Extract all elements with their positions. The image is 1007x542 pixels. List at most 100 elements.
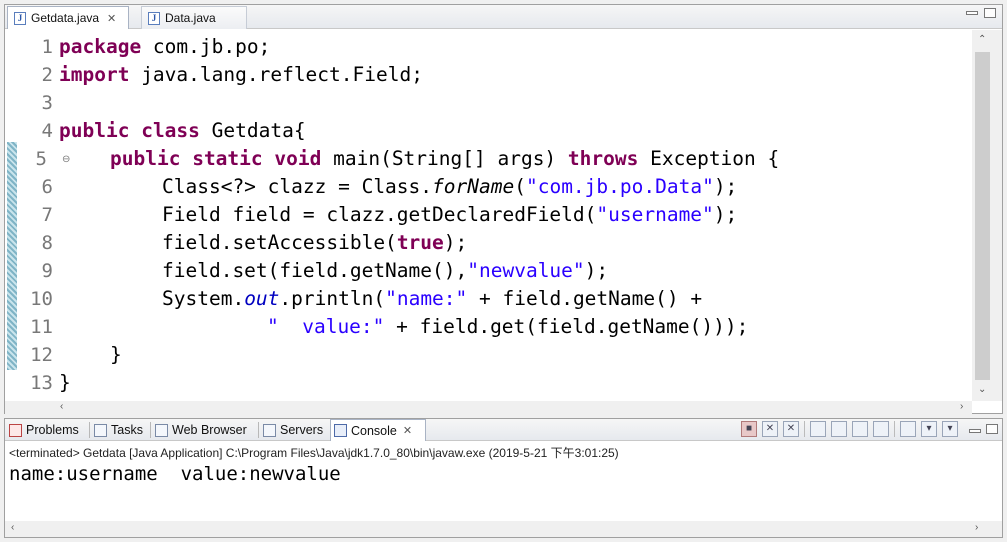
open-console-icon[interactable]: ▾ xyxy=(942,421,958,437)
close-icon[interactable]: ✕ xyxy=(107,12,116,25)
java-file-icon: J xyxy=(148,11,160,25)
tab-servers[interactable]: Servers xyxy=(260,419,326,441)
terminate-icon[interactable]: ■ xyxy=(741,421,757,437)
console-pane: Problems Tasks Web Browser Servers Conso… xyxy=(4,418,1003,538)
line-number: 7 xyxy=(41,204,53,226)
line-number-gutter: 1 2 3 4 5 6 7 8 9 10 11 12 13 ⊖ xyxy=(19,30,70,401)
line-number: 13 xyxy=(30,372,53,394)
problems-icon xyxy=(9,423,22,437)
code-text: field.set(field.getName(), xyxy=(162,259,468,282)
code-line-11: " value:" + field.get(field.getName())); xyxy=(267,313,748,341)
web-browser-icon xyxy=(155,423,168,437)
minimize-icon[interactable] xyxy=(966,11,978,15)
display-selected-console-icon[interactable]: ▾ xyxy=(921,421,937,437)
chevron-up-icon[interactable]: ⌃ xyxy=(978,34,986,45)
code-line-1: package com.jb.po; xyxy=(59,33,270,61)
keyword: void xyxy=(274,147,322,170)
pin-console-icon[interactable] xyxy=(900,421,916,437)
code-line-12: } xyxy=(110,341,122,369)
keyword: class xyxy=(141,119,200,142)
line-number: 10 xyxy=(30,288,53,310)
code-text: + field.getName() + xyxy=(467,287,703,310)
editor-vertical-scrollbar[interactable]: ⌃ ⌄ xyxy=(972,30,1002,401)
tab-console[interactable]: Console ✕ xyxy=(330,419,426,441)
code-text: com.jb.po; xyxy=(141,35,271,58)
scrollbar-thumb[interactable] xyxy=(975,52,990,380)
change-indicator xyxy=(7,142,17,370)
console-horizontal-scrollbar[interactable]: ‹ › xyxy=(5,521,1002,537)
keyword: public xyxy=(110,147,181,170)
tab-label: Problems xyxy=(26,423,79,437)
keyword: package xyxy=(59,35,142,58)
line-number: 11 xyxy=(30,316,53,338)
code-line-9: field.set(field.getName(),"newvalue"); xyxy=(162,257,608,285)
code-text: ); xyxy=(584,259,609,282)
method-name: forName xyxy=(432,175,515,198)
string-literal: "com.jb.po.Data" xyxy=(525,175,714,198)
tab-data-java[interactable]: J Data.java xyxy=(141,6,247,29)
code-text: ( xyxy=(514,175,526,198)
line-number: 2 xyxy=(41,64,53,86)
chevron-left-icon[interactable]: ‹ xyxy=(11,522,14,533)
remove-all-terminated-icon[interactable]: ✕ xyxy=(783,421,799,437)
tab-label: Servers xyxy=(280,423,324,437)
code-line-5: public static void main(String[] args) t… xyxy=(110,145,779,173)
tasks-icon xyxy=(94,423,107,437)
tab-problems[interactable]: Problems xyxy=(6,419,82,441)
chevron-right-icon[interactable]: › xyxy=(960,401,963,412)
string-literal: "name:" xyxy=(385,287,468,310)
maximize-icon[interactable] xyxy=(984,8,996,18)
keyword: import xyxy=(59,63,130,86)
view-tab-bar: Problems Tasks Web Browser Servers Conso… xyxy=(5,419,1002,441)
code-text: ); xyxy=(713,175,738,198)
code-text: System. xyxy=(162,287,245,310)
line-number: 1 xyxy=(41,36,53,58)
chevron-right-icon[interactable]: › xyxy=(975,522,978,533)
code-line-13: } xyxy=(59,369,71,397)
chevron-down-icon[interactable]: ⌄ xyxy=(978,384,986,395)
fold-collapse-icon[interactable]: ⊖ xyxy=(62,154,70,165)
code-text: Field field = clazz.getDeclaredField( xyxy=(162,203,597,226)
close-icon[interactable]: ✕ xyxy=(403,424,412,437)
chevron-left-icon[interactable]: ‹ xyxy=(60,401,63,412)
code-text: .println( xyxy=(279,287,386,310)
tab-separator xyxy=(258,422,259,438)
tab-label: Data.java xyxy=(165,11,216,25)
code-text: } xyxy=(59,371,71,394)
quick-diff-ruler xyxy=(5,30,19,401)
minimize-icon[interactable] xyxy=(969,428,981,433)
keyword: throws xyxy=(567,147,639,170)
line-number: 5 xyxy=(35,148,47,170)
static-field: out xyxy=(244,287,280,310)
code-editor[interactable]: 1 2 3 4 5 6 7 8 9 10 11 12 13 ⊖ package … xyxy=(5,30,972,401)
scroll-lock-icon[interactable] xyxy=(831,421,847,437)
console-output[interactable]: name:username value:newvalue xyxy=(9,463,341,485)
code-text: + field.get(field.getName())); xyxy=(384,315,749,338)
code-line-10: System.out.println("name:" + field.getNa… xyxy=(162,285,702,313)
tab-getdata-java[interactable]: J Getdata.java ✕ xyxy=(7,6,129,29)
code-text: main(String[] args) xyxy=(321,147,568,170)
tab-web-browser[interactable]: Web Browser xyxy=(152,419,250,441)
line-number: 8 xyxy=(41,232,53,254)
code-text: Getdata{ xyxy=(199,119,306,142)
servers-icon xyxy=(263,423,276,437)
maximize-icon[interactable] xyxy=(986,424,998,434)
code-text: } xyxy=(110,343,122,366)
code-line-2: import java.lang.reflect.Field; xyxy=(59,61,423,89)
remove-launch-icon[interactable]: ✕ xyxy=(762,421,778,437)
console-toolbar: ■ ✕ ✕ ▾ ▾ xyxy=(741,421,998,437)
string-literal: " value:" xyxy=(267,315,385,338)
show-console-on-output-icon[interactable] xyxy=(852,421,868,437)
console-icon xyxy=(334,424,347,437)
show-console-on-error-icon[interactable] xyxy=(873,421,889,437)
code-text: Class<?> clazz = Class. xyxy=(162,175,433,198)
java-file-icon: J xyxy=(14,11,26,25)
keyword: public xyxy=(59,119,130,142)
tab-tasks[interactable]: Tasks xyxy=(91,419,146,441)
editor-horizontal-scrollbar[interactable]: ‹ › xyxy=(5,401,972,414)
code-text: ); xyxy=(713,203,738,226)
line-number: 3 xyxy=(41,92,53,114)
clear-console-icon[interactable] xyxy=(810,421,826,437)
code-text: ); xyxy=(443,231,468,254)
string-literal: "username" xyxy=(596,203,714,226)
